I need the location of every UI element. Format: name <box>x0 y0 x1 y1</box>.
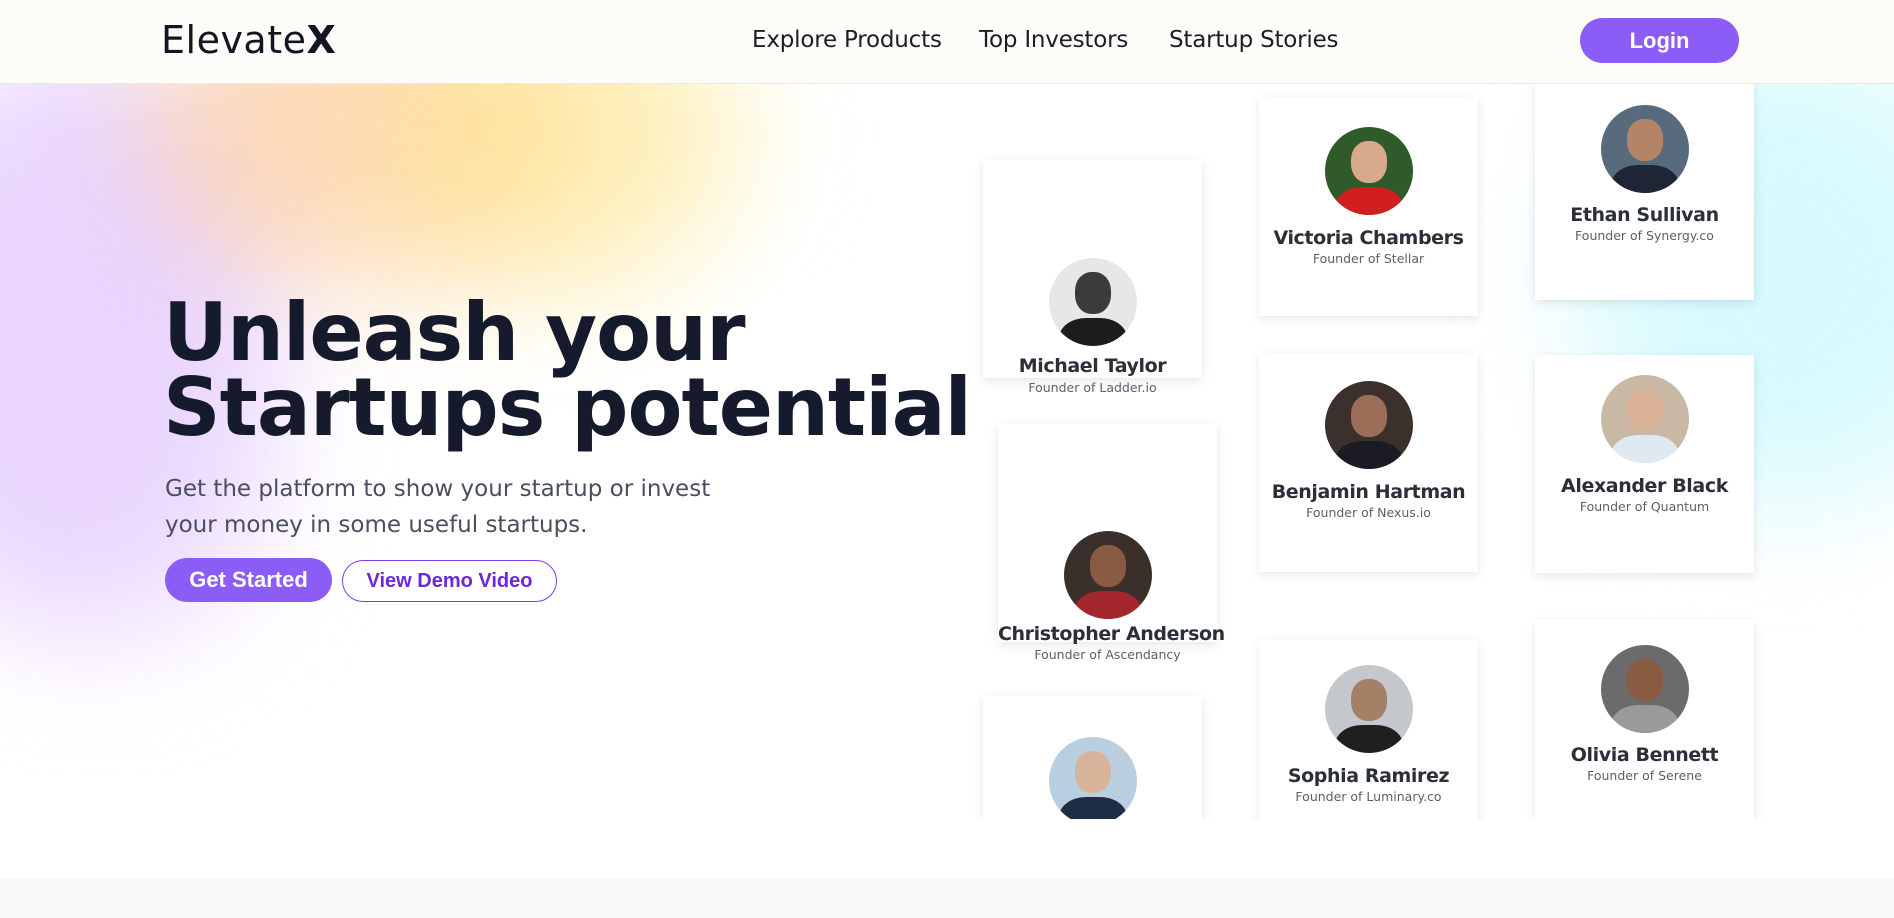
founder-name: Benjamin Hartman <box>1271 481 1466 503</box>
founder-role: Founder of Synergy.co <box>1575 228 1714 243</box>
founder-card[interactable]: Christopher Anderson Founder of Ascendan… <box>998 424 1225 662</box>
founder-name: Alexander Black <box>1561 475 1728 497</box>
founder-name: Sophia Ramirez <box>1287 765 1450 787</box>
nav-startup-stories[interactable]: Startup Stories <box>1169 27 1339 53</box>
founder-card[interactable] <box>983 696 1202 819</box>
founder-card[interactable]: Michael Taylor Founder of Ladder.io <box>983 160 1202 395</box>
founder-avatar <box>1601 105 1689 193</box>
top-navigation-bar: ElevateX Explore Products Top Investors … <box>0 0 1894 84</box>
founder-avatar <box>1325 381 1413 469</box>
founder-avatar <box>1049 258 1137 346</box>
founder-card[interactable]: Alexander Black Founder of Quantum <box>1535 355 1754 573</box>
founder-avatar <box>1325 665 1413 753</box>
founder-role: Founder of Ascendancy <box>1034 647 1181 662</box>
founder-avatar <box>1064 531 1152 619</box>
founder-name: Ethan Sullivan <box>1570 204 1719 226</box>
founder-role: Founder of Stellar <box>1312 251 1425 266</box>
founder-role: Founder of Serene <box>1587 768 1702 783</box>
founder-role: Founder of Quantum <box>1579 499 1710 514</box>
founder-avatar <box>1049 737 1137 819</box>
founder-card[interactable]: Ethan Sullivan Founder of Synergy.co <box>1535 84 1754 300</box>
founder-name: Michael Taylor <box>1018 355 1167 377</box>
login-button[interactable]: Login <box>1580 18 1739 63</box>
founder-role: Founder of Ladder.io <box>1028 380 1157 395</box>
nav-explore-products[interactable]: Explore Products <box>752 27 942 53</box>
founder-card[interactable]: Olivia Bennett Founder of Serene <box>1535 620 1754 819</box>
founder-name: Victoria Chambers <box>1273 227 1464 249</box>
nav-top-investors[interactable]: Top Investors <box>979 27 1128 53</box>
founder-role: Founder of Nexus.io <box>1306 505 1431 520</box>
founder-name: Christopher Anderson <box>998 623 1225 645</box>
founder-card[interactable]: Benjamin Hartman Founder of Nexus.io <box>1259 354 1478 572</box>
founder-card-grid: Michael Taylor Founder of Ladder.io Chri… <box>0 84 1894 819</box>
founder-card[interactable]: Victoria Chambers Founder of Stellar <box>1259 98 1478 316</box>
founder-card[interactable]: Sophia Ramirez Founder of Luminary.co <box>1259 640 1478 819</box>
founder-avatar <box>1325 127 1413 215</box>
founder-name: Olivia Bennett <box>1570 744 1719 766</box>
next-section-edge <box>0 878 1894 918</box>
founder-role: Founder of Luminary.co <box>1295 789 1442 804</box>
founder-avatar <box>1601 645 1689 733</box>
founder-avatar <box>1601 375 1689 463</box>
